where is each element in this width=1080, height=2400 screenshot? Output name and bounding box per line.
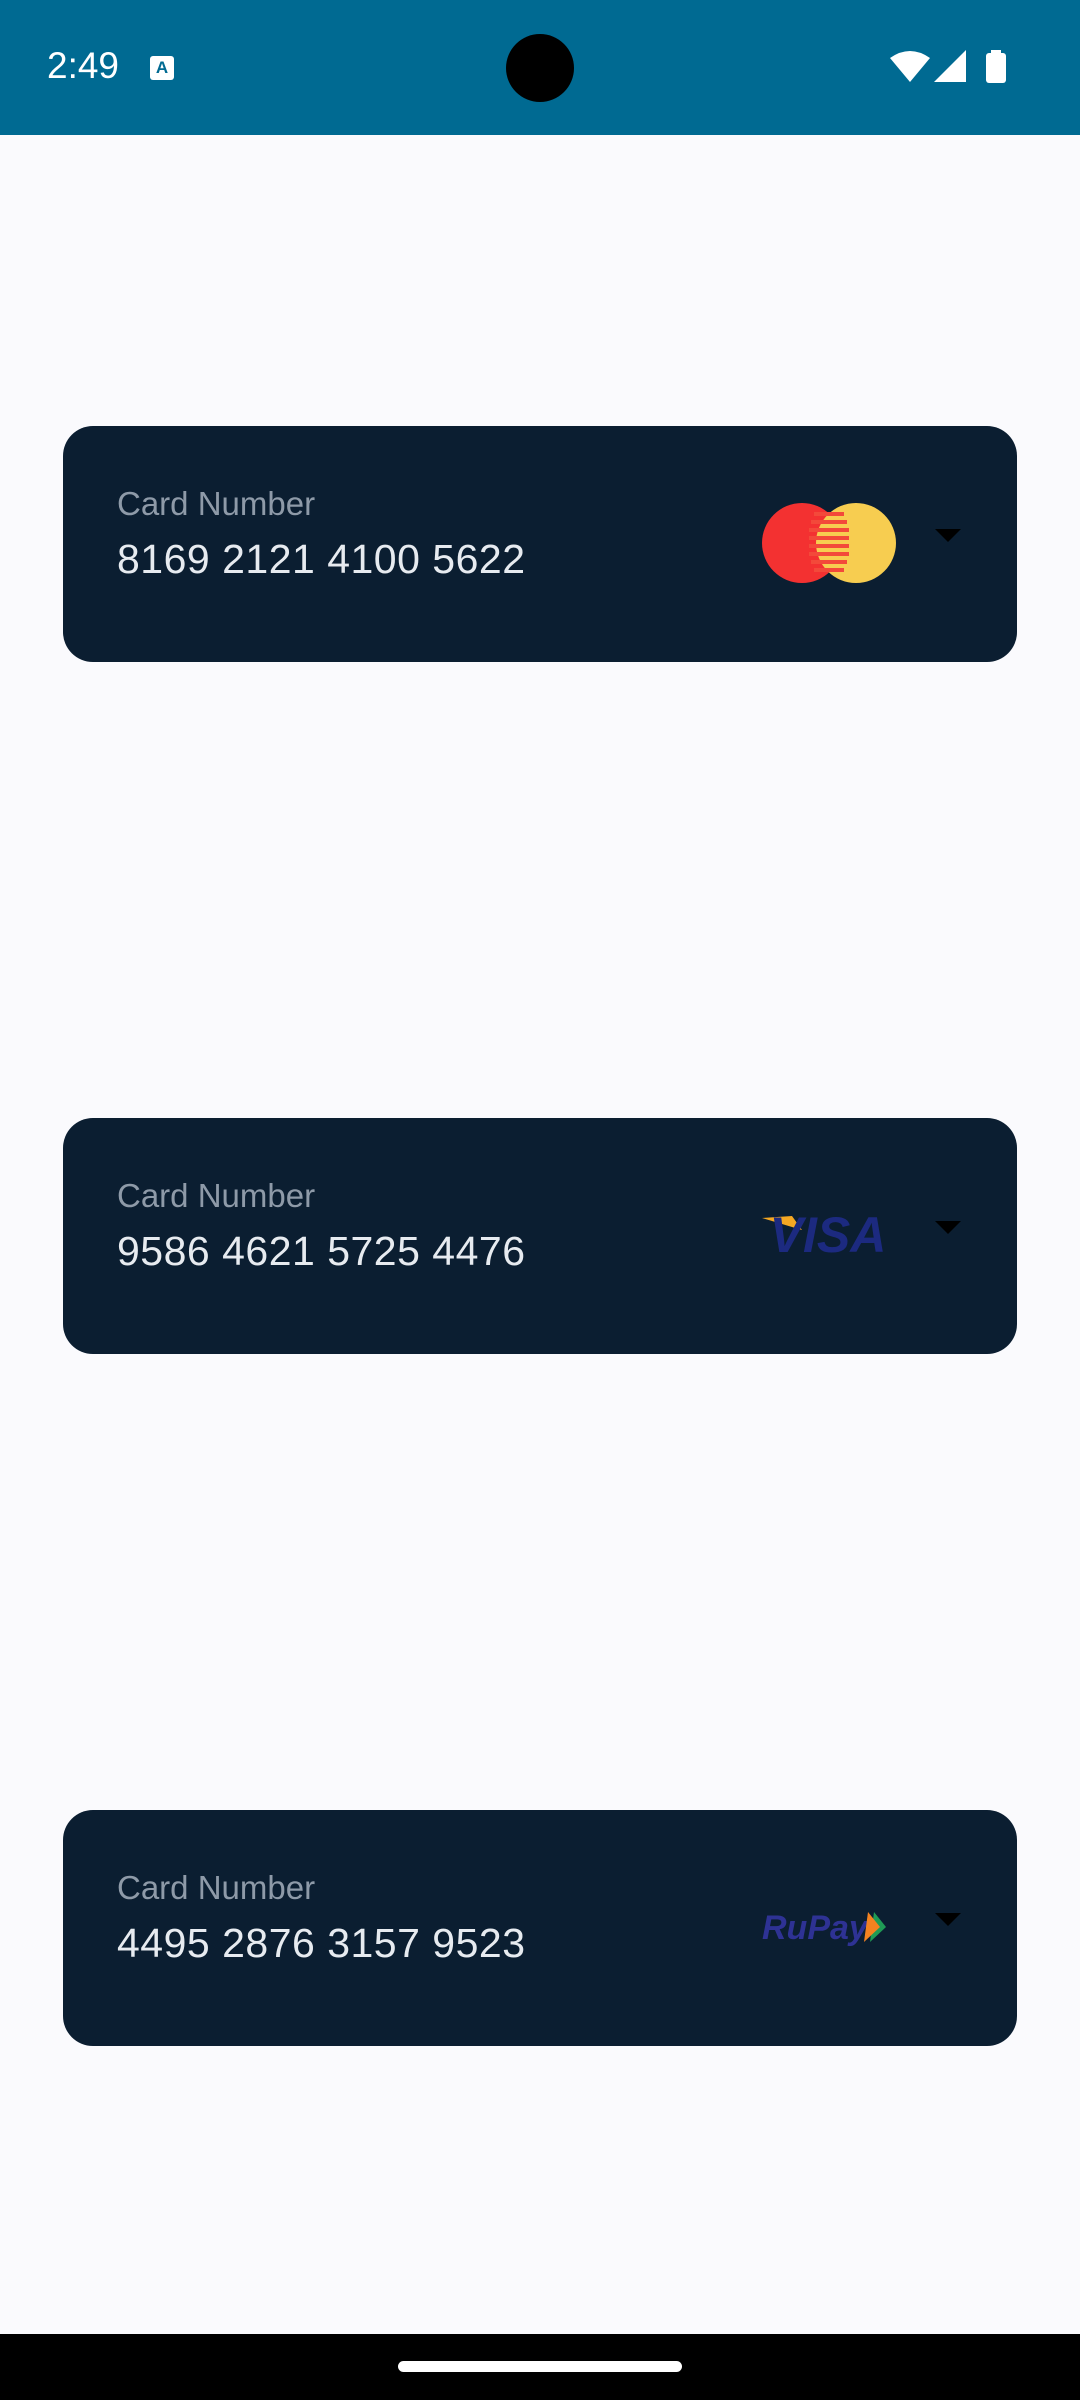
navigation-bar bbox=[0, 2334, 1080, 2400]
mastercard-logo-icon bbox=[762, 503, 896, 583]
status-time: 2:49 bbox=[47, 45, 120, 86]
visa-logo-icon: VISA bbox=[762, 1207, 887, 1263]
cell-signal-icon bbox=[934, 50, 966, 82]
chevron-down-icon[interactable] bbox=[935, 1221, 961, 1234]
camera-cutout bbox=[506, 34, 574, 102]
card-mastercard[interactable]: Card Number 8169 2121 4100 5622 bbox=[63, 426, 1017, 662]
status-bar: 2:49 A bbox=[0, 0, 1080, 135]
wifi-icon bbox=[890, 51, 930, 82]
card-number-value: 9586 4621 5725 4476 bbox=[117, 1228, 526, 1274]
rupay-brand-text: RuPay bbox=[762, 1909, 870, 1947]
card-rupay[interactable]: Card Number 4495 2876 3157 9523 RuPay bbox=[63, 1810, 1017, 2046]
card-visa[interactable]: Card Number 9586 4621 5725 4476 VISA bbox=[63, 1118, 1017, 1354]
card-number-label: Card Number bbox=[117, 1177, 316, 1214]
battery-icon bbox=[986, 50, 1006, 83]
card-number-label: Card Number bbox=[117, 1869, 316, 1906]
visa-brand-text: VISA bbox=[770, 1207, 887, 1263]
card-number-value: 8169 2121 4100 5622 bbox=[117, 536, 526, 582]
keyboard-a-icon: A bbox=[150, 56, 174, 80]
card-number-value: 4495 2876 3157 9523 bbox=[117, 1920, 526, 1966]
home-indicator[interactable] bbox=[398, 2361, 682, 2372]
rupay-logo-icon: RuPay bbox=[762, 1909, 886, 1947]
card-number-label: Card Number bbox=[117, 485, 316, 522]
chevron-down-icon[interactable] bbox=[935, 529, 961, 542]
chevron-down-icon[interactable] bbox=[935, 1913, 961, 1926]
